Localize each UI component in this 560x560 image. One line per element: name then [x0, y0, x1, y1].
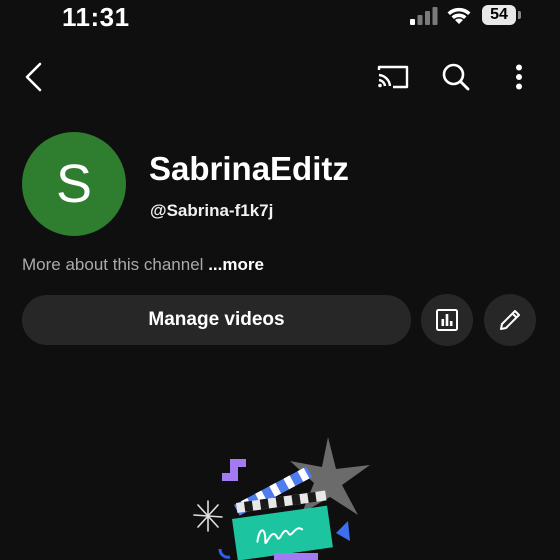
avatar[interactable]: S — [22, 132, 126, 236]
channel-handle: @Sabrina-f1k7j — [150, 201, 274, 220]
about-channel-row[interactable]: More about this channel ...more — [22, 255, 264, 275]
more-vert-icon — [516, 64, 522, 90]
status-time: 11:31 — [62, 2, 130, 32]
manage-videos-button[interactable]: Manage videos — [22, 295, 411, 345]
more-options-button[interactable] — [499, 57, 539, 97]
wifi-icon — [447, 7, 471, 24]
battery-indicator: 54 — [482, 5, 522, 27]
search-icon — [442, 63, 470, 91]
edit-pencil-icon — [500, 310, 520, 330]
analytics-icon — [436, 309, 458, 331]
blue-arc-shape — [218, 548, 231, 559]
cellular-signal-icon — [410, 7, 438, 25]
purple-block-shape — [222, 459, 246, 481]
purple-base-shape — [274, 553, 318, 560]
more-link[interactable]: ...more — [208, 255, 264, 274]
empty-channel-illustration — [193, 437, 370, 560]
avatar-letter: S — [55, 154, 93, 214]
sparkle-shape — [193, 500, 223, 532]
cast-icon — [377, 65, 409, 89]
about-channel-text: More about this channel — [22, 255, 204, 274]
back-button[interactable] — [14, 57, 54, 97]
battery-nub — [518, 11, 521, 19]
channel-name: SabrinaEditz — [149, 150, 349, 187]
cast-button[interactable] — [373, 57, 413, 97]
battery-level: 54 — [482, 5, 516, 25]
analytics-button[interactable] — [421, 294, 473, 346]
back-icon — [25, 62, 42, 92]
clapper-body-shape — [231, 505, 333, 560]
search-button[interactable] — [436, 57, 476, 97]
edit-channel-button[interactable] — [484, 294, 536, 346]
blue-triangle-shape — [336, 521, 350, 541]
